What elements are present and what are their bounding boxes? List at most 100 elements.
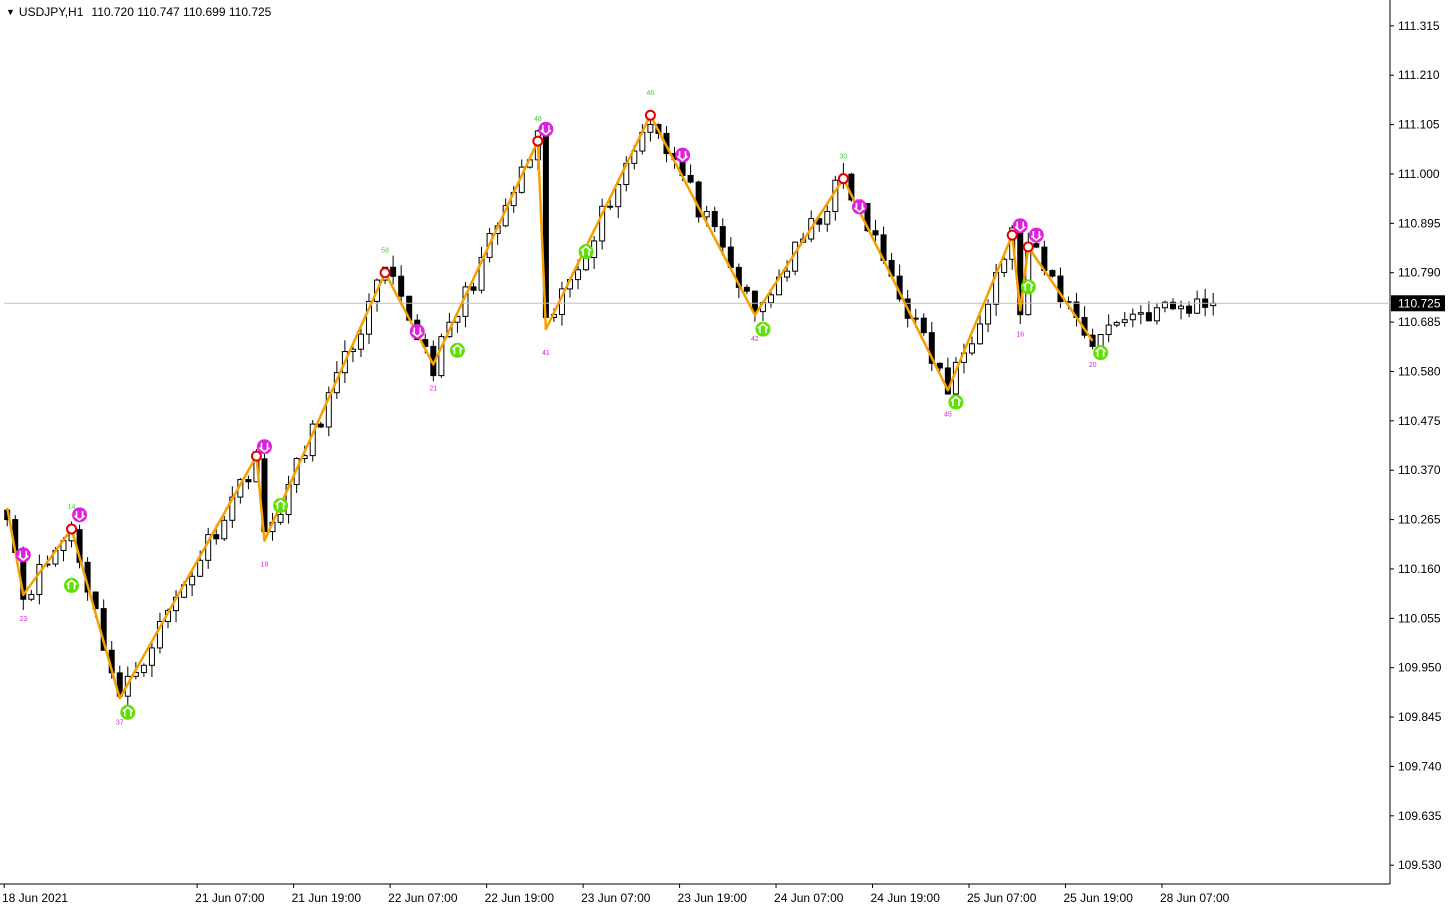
candle bbox=[575, 269, 582, 281]
candle bbox=[711, 211, 718, 228]
candle bbox=[1178, 305, 1185, 310]
pivot-top-label: 30 bbox=[839, 154, 847, 161]
sell-arrow-icon bbox=[675, 147, 691, 163]
pivot-top-label: 58 bbox=[381, 248, 389, 255]
y-tick-label: 110.685 bbox=[1398, 315, 1441, 329]
pivot-bottom-label: 19 bbox=[261, 562, 269, 569]
y-tick-label: 110.055 bbox=[1398, 611, 1441, 625]
price-chart[interactable]: 14 58 48 46 30 23 37 19 21 41 42 45 16 20 111.315 111.2… bbox=[0, 0, 1453, 910]
pivot-bottom-label: 45 bbox=[944, 411, 952, 418]
pivot-circle bbox=[379, 267, 391, 279]
y-tick-label: 109.950 bbox=[1398, 661, 1442, 675]
sell-arrow-icon bbox=[256, 439, 272, 455]
buy-arrow-icon bbox=[1093, 345, 1109, 361]
sell-arrow-icon bbox=[15, 547, 31, 563]
pivot-bottom-label: 16 bbox=[1016, 331, 1024, 338]
pivot-top-label: 14 bbox=[68, 504, 76, 511]
y-tick-label: 110.895 bbox=[1398, 216, 1441, 230]
candle bbox=[607, 205, 614, 208]
candle bbox=[703, 211, 710, 218]
pivot-circle bbox=[532, 135, 544, 147]
y-tick-label: 110.160 bbox=[1398, 562, 1441, 576]
candle bbox=[1186, 305, 1193, 314]
candle bbox=[28, 594, 35, 600]
pivot-bottom-label: 20 bbox=[1089, 362, 1097, 369]
y-tick-label: 110.475 bbox=[1398, 414, 1441, 428]
pivot-bottom-label: 21 bbox=[429, 385, 437, 392]
x-tick-label: 23 Jun 19:00 bbox=[678, 891, 748, 905]
candle bbox=[1194, 298, 1201, 314]
candle bbox=[1145, 312, 1152, 322]
candle bbox=[390, 266, 397, 277]
candle bbox=[743, 286, 750, 292]
pivot-circle bbox=[66, 523, 78, 535]
candle bbox=[189, 575, 196, 586]
candle bbox=[148, 647, 155, 666]
candle bbox=[784, 270, 791, 278]
y-tick-label: 111.315 bbox=[1398, 19, 1440, 33]
pivot-bottom-label: 23 bbox=[19, 616, 27, 623]
x-tick-label: 24 Jun 07:00 bbox=[774, 891, 844, 905]
buy-arrow-icon bbox=[755, 321, 771, 337]
candle bbox=[398, 275, 405, 297]
candle bbox=[357, 333, 364, 350]
buy-arrow-icon bbox=[1020, 279, 1036, 295]
x-tick-label: 18 Jun 2021 bbox=[2, 891, 68, 905]
pivot-circle bbox=[1022, 241, 1034, 253]
candle bbox=[1129, 313, 1136, 321]
candle bbox=[213, 534, 220, 540]
y-tick-label: 109.845 bbox=[1398, 710, 1442, 724]
zigzag-line bbox=[5, 113, 1094, 700]
candle bbox=[920, 317, 927, 334]
pivot-bottom-label: 42 bbox=[751, 336, 759, 343]
sell-arrow-icon bbox=[538, 121, 554, 137]
x-tick-label: 25 Jun 07:00 bbox=[967, 891, 1037, 905]
candle bbox=[1049, 270, 1056, 277]
buy-arrow-icon bbox=[273, 497, 289, 513]
candle bbox=[768, 294, 774, 304]
sell-arrow-icon bbox=[851, 199, 867, 215]
x-tick-label: 24 Jun 19:00 bbox=[871, 891, 941, 905]
candle bbox=[872, 230, 879, 236]
y-tick-label: 110.580 bbox=[1398, 364, 1441, 378]
y-tick-label: 111.000 bbox=[1398, 167, 1440, 181]
y-tick-label: 110.790 bbox=[1398, 266, 1441, 280]
buy-arrow-icon bbox=[578, 244, 594, 260]
candle bbox=[687, 174, 694, 183]
x-tick-label: 21 Jun 07:00 bbox=[195, 891, 265, 905]
candle bbox=[1113, 321, 1120, 326]
candle bbox=[977, 323, 984, 345]
x-tick-label: 21 Jun 19:00 bbox=[292, 891, 362, 905]
candle bbox=[1137, 312, 1144, 315]
sell-arrow-icon bbox=[1012, 218, 1028, 234]
y-tick-label: 109.635 bbox=[1398, 809, 1442, 823]
candle bbox=[719, 226, 726, 248]
candle bbox=[1153, 307, 1160, 322]
sell-arrow-icon bbox=[1028, 227, 1044, 243]
buy-arrow-icon bbox=[120, 704, 136, 720]
x-tick-label: 25 Jun 19:00 bbox=[1063, 891, 1133, 905]
current-price-label: 110.725 bbox=[1398, 296, 1441, 310]
candle bbox=[1033, 243, 1040, 248]
candle bbox=[221, 519, 228, 540]
candle bbox=[824, 210, 831, 225]
candle bbox=[245, 479, 252, 483]
y-tick-label: 109.740 bbox=[1398, 759, 1442, 773]
buy-arrow-icon bbox=[948, 394, 964, 410]
sell-arrow-icon bbox=[409, 324, 425, 339]
y-tick-label: 110.370 bbox=[1398, 463, 1441, 477]
y-tick-label: 110.265 bbox=[1398, 513, 1441, 527]
candle bbox=[1121, 319, 1128, 323]
pivot-bottom-label: 37 bbox=[116, 719, 124, 726]
candle bbox=[140, 664, 147, 674]
x-tick-label: 23 Jun 07:00 bbox=[581, 891, 651, 905]
candle bbox=[277, 513, 284, 523]
candle bbox=[751, 290, 758, 313]
y-tick-label: 111.105 bbox=[1398, 118, 1440, 132]
candle bbox=[969, 343, 975, 354]
buy-arrow-icon bbox=[64, 577, 80, 593]
candle bbox=[936, 362, 943, 369]
candles-group bbox=[4, 119, 1217, 708]
pivot-circle bbox=[250, 450, 262, 462]
pivot-top-label: 48 bbox=[534, 116, 542, 123]
